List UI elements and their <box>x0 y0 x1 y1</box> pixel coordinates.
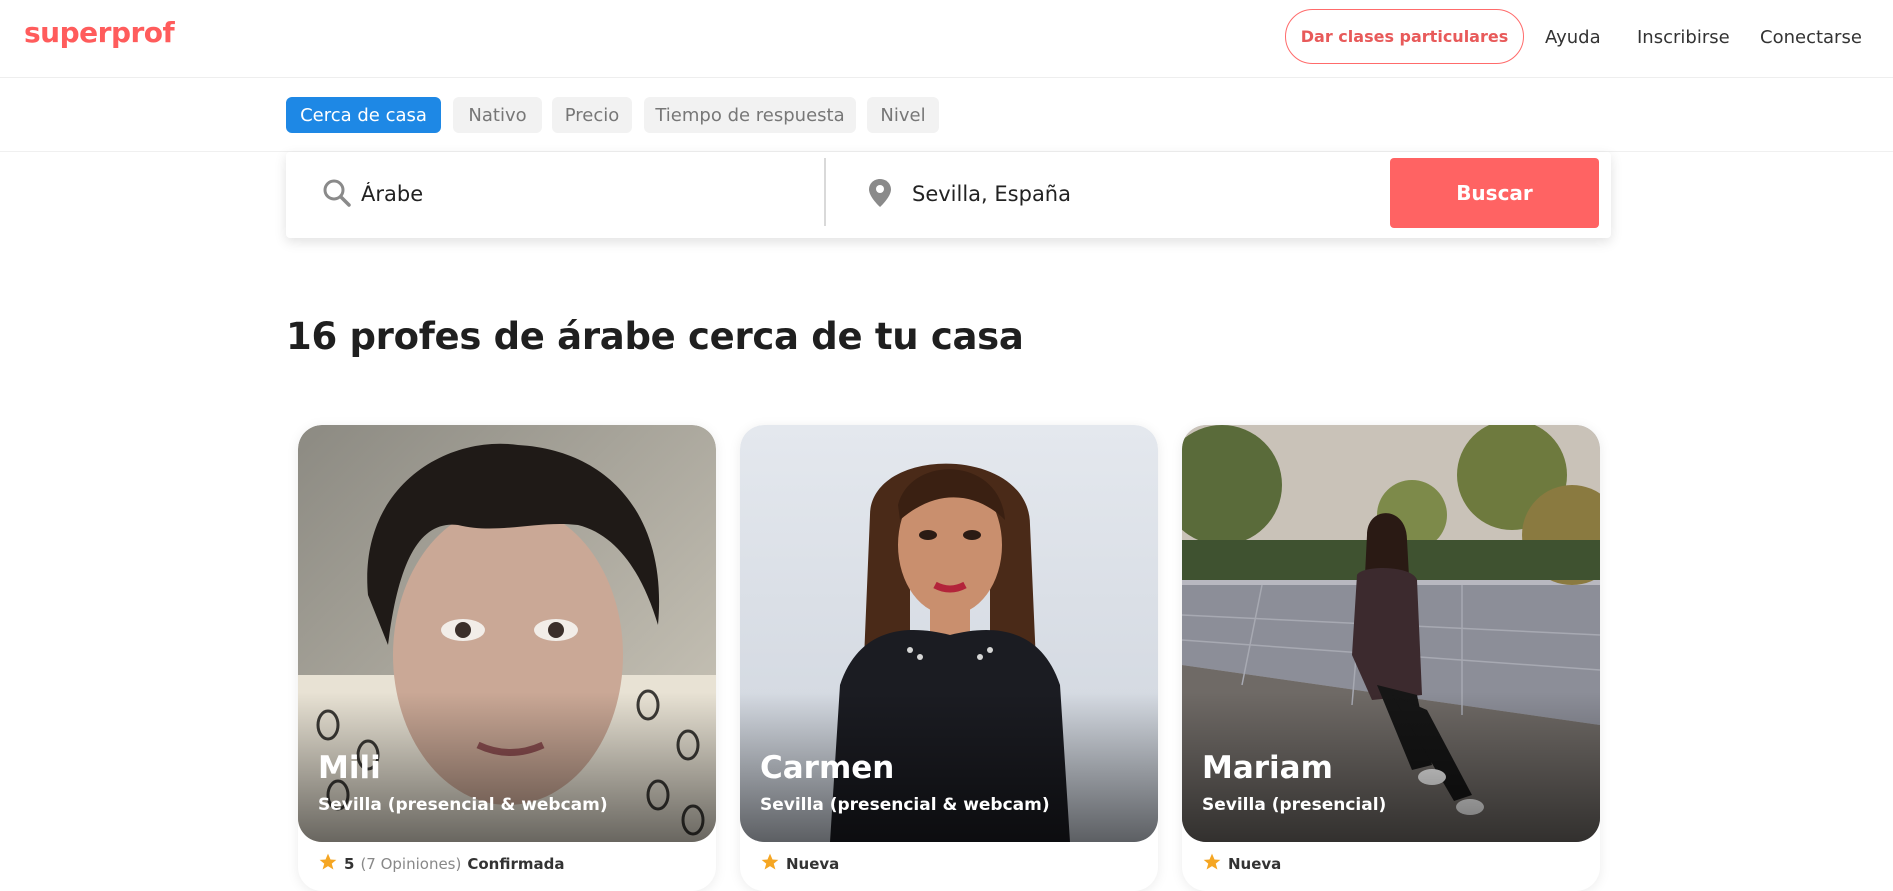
tutor-location: Sevilla (presencial & webcam) <box>318 795 608 815</box>
star-icon <box>318 852 338 876</box>
filter-chip-price[interactable]: Precio <box>552 97 632 133</box>
results-title: 16 profes de árabe cerca de tu casa <box>286 315 1024 358</box>
tutor-card-mariam[interactable]: Mariam Sevilla (presencial) Nueva <box>1182 425 1600 891</box>
tutor-meta: Nueva <box>1202 852 1281 876</box>
review-count: (7 Opiniones) <box>360 855 462 873</box>
status-badge: Confirmada <box>467 855 565 873</box>
subject-search-wrapper <box>286 152 826 238</box>
filter-chip-near-home[interactable]: Cerca de casa <box>286 97 441 133</box>
superprof-logo[interactable]: superprof <box>24 16 175 49</box>
tutor-name: Carmen <box>760 750 895 786</box>
tutor-card-mili[interactable]: Mili Sevilla (presencial & webcam) 5 (7 … <box>298 425 716 891</box>
tutor-location: Sevilla (presencial) <box>1202 795 1387 815</box>
teach-classes-button[interactable]: Dar clases particulares <box>1285 9 1524 64</box>
rating-value: 5 <box>344 855 355 873</box>
subject-search-input[interactable] <box>361 172 801 216</box>
search-button[interactable]: Buscar <box>1390 158 1599 228</box>
top-header: superprof Dar clases particulares Ayuda … <box>0 0 1893 78</box>
tutor-meta: 5 (7 Opiniones) Confirmada <box>318 852 564 876</box>
filter-chip-level[interactable]: Nivel <box>867 97 939 133</box>
tutor-meta: Nueva <box>760 852 839 876</box>
search-icon <box>322 178 352 212</box>
location-pin-icon <box>868 178 892 212</box>
search-divider <box>824 158 826 226</box>
status-badge: Nueva <box>1228 855 1282 873</box>
filter-chip-native[interactable]: Nativo <box>453 97 542 133</box>
star-icon <box>1202 852 1222 876</box>
tutor-name: Mili <box>318 750 381 786</box>
signup-link[interactable]: Inscribirse <box>1637 27 1730 48</box>
tutor-location: Sevilla (presencial & webcam) <box>760 795 1050 815</box>
star-icon <box>760 852 780 876</box>
tutor-card-carmen[interactable]: Carmen Sevilla (presencial & webcam) Nue… <box>740 425 1158 891</box>
search-bar: Buscar <box>286 152 1611 238</box>
filter-chip-response-time[interactable]: Tiempo de respuesta <box>644 97 856 133</box>
tutor-name: Mariam <box>1202 750 1333 786</box>
login-link[interactable]: Conectarse <box>1760 27 1862 48</box>
status-badge: Nueva <box>786 855 840 873</box>
location-input[interactable] <box>912 172 1352 216</box>
filter-bar: Cerca de casa Nativo Precio Tiempo de re… <box>0 78 1893 152</box>
help-link[interactable]: Ayuda <box>1545 27 1601 48</box>
